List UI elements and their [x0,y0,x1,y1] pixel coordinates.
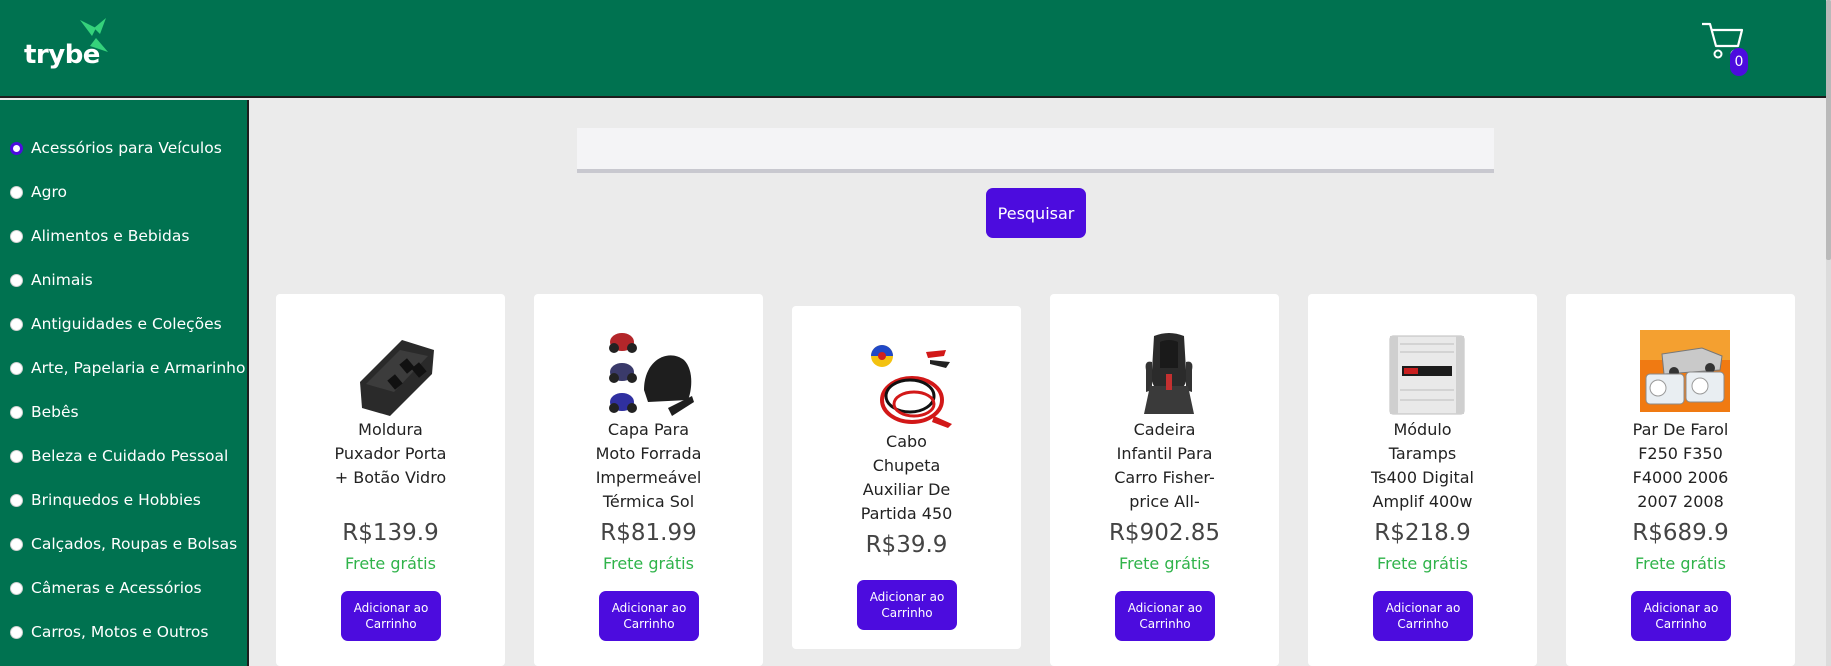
category-radio[interactable] [10,141,23,155]
category-item[interactable]: Animais [10,267,93,293]
category-radio[interactable] [10,625,23,639]
category-radio[interactable] [10,537,23,551]
motorcycle-cover-image [609,333,694,416]
category-item[interactable]: Câmeras e Acessórios [10,575,202,601]
category-radio[interactable] [10,361,23,375]
category-label: Alimentos e Bebidas [31,227,190,245]
headlights-truck-image [1640,330,1730,412]
product-name: Cabo Chupeta Auxiliar De Partida 450 [860,432,953,523]
category-label: Brinquedos e Hobbies [31,491,201,509]
product-name: Moldura Puxador Porta + Botão Vidro [334,420,447,487]
category-radio[interactable] [10,185,23,199]
cart-count-badge: 0 [1730,48,1748,76]
category-item[interactable]: Bebês [10,399,79,425]
category-item[interactable]: Calçados, Roupas e Bolsas [10,531,237,557]
category-sidebar: Acessórios para Veículos Agro Alimentos … [0,100,249,666]
category-label: Calçados, Roupas e Bolsas [31,535,238,553]
product-card: Cabo Chupeta Auxiliar De Partida 450 R$3… [792,306,1021,649]
category-item[interactable]: Acessórios para Veículos [10,135,222,161]
child-car-seat-image [1144,333,1194,414]
category-radio[interactable] [10,449,23,463]
free-shipping-label: Frete grátis [1119,554,1210,573]
window-switch-panel-image [360,340,434,416]
product-name: Cadeira Infantil Para Carro Fisher-price… [1114,420,1215,511]
add-to-cart-button[interactable]: Adicionar ao Carrinho [599,591,699,641]
product-price: R$139.9 [342,520,439,546]
jumper-cables-image [871,345,952,428]
product-price: R$81.99 [600,520,697,546]
category-item[interactable]: Alimentos e Bebidas [10,223,189,249]
product-name: Módulo Taramps Ts400 Digital Amplif 400w [1371,420,1474,511]
product-name: Capa Para Moto Forrada Impermeável Térmi… [595,420,702,511]
category-radio[interactable] [10,317,23,331]
add-to-cart-button[interactable]: Adicionar ao Carrinho [1373,591,1473,641]
product-card: Moldura Puxador Porta + Botão Vidro R$13… [276,294,505,666]
category-label: Câmeras e Acessórios [31,579,202,597]
search-button[interactable]: Pesquisar [986,188,1086,238]
category-radio[interactable] [10,405,23,419]
free-shipping-label: Frete grátis [603,554,694,573]
category-item[interactable]: Brinquedos e Hobbies [10,487,201,513]
add-to-cart-button[interactable]: Adicionar ao Carrinho [857,580,957,630]
search-input[interactable] [577,128,1494,173]
category-label: Bebês [31,403,79,421]
trybe-logo[interactable]: trybe [24,18,114,70]
add-to-cart-button[interactable]: Adicionar ao Carrinho [1631,591,1731,641]
category-item[interactable]: Antiguidades e Coleções [10,311,222,337]
amplifier-module-image [1389,335,1465,415]
product-card: Par De Farol F250 F350 F4000 2006 2007 2… [1566,294,1795,666]
category-radio[interactable] [10,273,23,287]
category-label: Animais [31,271,93,289]
add-to-cart-button[interactable]: Adicionar ao Carrinho [1115,591,1215,641]
top-header: trybe 0 [0,0,1831,98]
product-name: Par De Farol F250 F350 F4000 2006 2007 2… [1632,420,1729,511]
cart-button[interactable]: 0 [1700,20,1760,78]
category-item[interactable]: Agro [10,179,67,205]
category-item[interactable]: Arte, Papelaria e Armarinho [10,355,245,381]
free-shipping-label: Frete grátis [1377,554,1468,573]
product-card: Capa Para Moto Forrada Impermeável Térmi… [534,294,763,666]
category-label: Arte, Papelaria e Armarinho [31,359,246,377]
category-label: Beleza e Cuidado Pessoal [31,447,229,465]
product-price: R$218.9 [1374,520,1471,546]
free-shipping-label: Frete grátis [345,554,436,573]
product-price: R$39.9 [865,532,948,558]
category-label: Acessórios para Veículos [31,139,222,157]
product-card: Módulo Taramps Ts400 Digital Amplif 400w… [1308,294,1537,666]
logo-mark-icon [80,18,108,52]
category-radio[interactable] [10,229,23,243]
product-card: Cadeira Infantil Para Carro Fisher-price… [1050,294,1279,666]
category-radio[interactable] [10,581,23,595]
add-to-cart-button[interactable]: Adicionar ao Carrinho [341,591,441,641]
category-item[interactable]: Beleza e Cuidado Pessoal [10,443,228,469]
free-shipping-label: Frete grátis [1635,554,1726,573]
category-radio[interactable] [10,493,23,507]
category-label: Antiguidades e Coleções [31,315,222,333]
category-item[interactable]: Carros, Motos e Outros [10,619,208,645]
category-label: Agro [31,183,67,201]
product-price: R$689.9 [1632,520,1729,546]
page-scrollbar-thumb[interactable] [1826,0,1831,260]
category-label: Carros, Motos e Outros [31,623,209,641]
product-price: R$902.85 [1108,520,1221,546]
